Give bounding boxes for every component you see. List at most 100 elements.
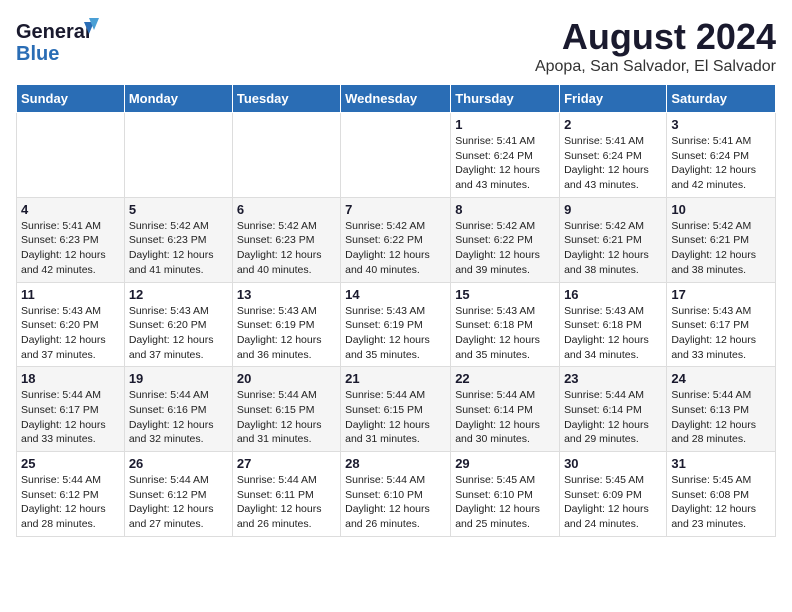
day-cell: 22 Sunrise: 5:44 AM Sunset: 6:14 PM Dayli… <box>451 367 560 452</box>
day-cell: 28Sunrise: 5:44 AM Sunset: 6:10 PM Dayli… <box>341 452 451 537</box>
day-info: Sunrise: 5:41 AM Sunset: 6:24 PM Dayligh… <box>671 134 771 193</box>
day-cell: 4 Sunrise: 5:41 AM Sunset: 6:23 PM Daylig… <box>17 197 125 282</box>
weekday-header-row: SundayMondayTuesdayWednesdayThursdayFrid… <box>17 85 776 113</box>
day-info: Sunrise: 5:41 AM Sunset: 6:24 PM Dayligh… <box>564 134 662 193</box>
weekday-header-friday: Friday <box>560 85 667 113</box>
day-number: 26 <box>129 456 228 471</box>
weekday-header-saturday: Saturday <box>667 85 776 113</box>
day-number: 21 <box>345 371 446 386</box>
day-cell <box>124 113 232 198</box>
day-info: Sunrise: 5:44 AM Sunset: 6:16 PM Dayligh… <box>129 388 228 447</box>
week-row-2: 4 Sunrise: 5:41 AM Sunset: 6:23 PM Daylig… <box>17 197 776 282</box>
day-number: 1 <box>455 117 555 132</box>
day-cell: 21 Sunrise: 5:44 AM Sunset: 6:15 PM Dayli… <box>341 367 451 452</box>
day-number: 4 <box>21 202 120 217</box>
day-number: 28 <box>345 456 446 471</box>
day-info: Sunrise: 5:44 AM Sunset: 6:15 PM Dayligh… <box>345 388 446 447</box>
day-cell: 7 Sunrise: 5:42 AM Sunset: 6:22 PM Daylig… <box>341 197 451 282</box>
month-title: August 2024 <box>535 16 776 58</box>
day-cell: 29 Sunrise: 5:45 AM Sunset: 6:10 PM Dayli… <box>451 452 560 537</box>
day-info: Sunrise: 5:42 AM Sunset: 6:23 PM Dayligh… <box>129 219 228 278</box>
day-info: Sunrise: 5:45 AM Sunset: 6:08 PM Dayligh… <box>671 473 771 532</box>
day-number: 17 <box>671 287 771 302</box>
day-cell: 20 Sunrise: 5:44 AM Sunset: 6:15 PM Dayli… <box>232 367 340 452</box>
day-info: Sunrise: 5:41 AM Sunset: 6:23 PM Dayligh… <box>21 219 120 278</box>
day-cell: 18 Sunrise: 5:44 AM Sunset: 6:17 PM Dayli… <box>17 367 125 452</box>
day-info: Sunrise: 5:43 AM Sunset: 6:19 PM Dayligh… <box>237 304 336 363</box>
day-number: 29 <box>455 456 555 471</box>
logo: General Blue <box>16 16 106 66</box>
day-info: Sunrise: 5:41 AM Sunset: 6:24 PM Dayligh… <box>455 134 555 193</box>
day-cell: 6 Sunrise: 5:42 AM Sunset: 6:23 PM Daylig… <box>232 197 340 282</box>
day-info: Sunrise: 5:42 AM Sunset: 6:22 PM Dayligh… <box>345 219 446 278</box>
day-number: 2 <box>564 117 662 132</box>
day-cell: 1 Sunrise: 5:41 AM Sunset: 6:24 PM Daylig… <box>451 113 560 198</box>
day-info: Sunrise: 5:43 AM Sunset: 6:19 PM Dayligh… <box>345 304 446 363</box>
svg-text:Blue: Blue <box>16 43 59 65</box>
day-info: Sunrise: 5:44 AM Sunset: 6:13 PM Dayligh… <box>671 388 771 447</box>
day-cell: 15Sunrise: 5:43 AM Sunset: 6:18 PM Dayli… <box>451 282 560 367</box>
day-number: 19 <box>129 371 228 386</box>
day-info: Sunrise: 5:44 AM Sunset: 6:17 PM Dayligh… <box>21 388 120 447</box>
weekday-header-thursday: Thursday <box>451 85 560 113</box>
day-cell <box>232 113 340 198</box>
header: General Blue August 2024 Apopa, San Salv… <box>16 16 776 76</box>
day-cell <box>341 113 451 198</box>
day-number: 13 <box>237 287 336 302</box>
day-cell: 26Sunrise: 5:44 AM Sunset: 6:12 PM Dayli… <box>124 452 232 537</box>
day-info: Sunrise: 5:42 AM Sunset: 6:21 PM Dayligh… <box>671 219 771 278</box>
day-number: 14 <box>345 287 446 302</box>
day-cell: 17 Sunrise: 5:43 AM Sunset: 6:17 PM Dayli… <box>667 282 776 367</box>
day-number: 31 <box>671 456 771 471</box>
day-number: 30 <box>564 456 662 471</box>
day-info: Sunrise: 5:44 AM Sunset: 6:14 PM Dayligh… <box>564 388 662 447</box>
day-cell: 2 Sunrise: 5:41 AM Sunset: 6:24 PM Daylig… <box>560 113 667 198</box>
day-number: 3 <box>671 117 771 132</box>
day-cell: 16Sunrise: 5:43 AM Sunset: 6:18 PM Dayli… <box>560 282 667 367</box>
day-cell: 30 Sunrise: 5:45 AM Sunset: 6:09 PM Dayli… <box>560 452 667 537</box>
day-number: 7 <box>345 202 446 217</box>
day-number: 10 <box>671 202 771 217</box>
day-info: Sunrise: 5:45 AM Sunset: 6:09 PM Dayligh… <box>564 473 662 532</box>
day-number: 20 <box>237 371 336 386</box>
day-info: Sunrise: 5:42 AM Sunset: 6:23 PM Dayligh… <box>237 219 336 278</box>
day-number: 9 <box>564 202 662 217</box>
day-info: Sunrise: 5:45 AM Sunset: 6:10 PM Dayligh… <box>455 473 555 532</box>
day-info: Sunrise: 5:42 AM Sunset: 6:21 PM Dayligh… <box>564 219 662 278</box>
day-number: 8 <box>455 202 555 217</box>
day-cell: 24 Sunrise: 5:44 AM Sunset: 6:13 PM Dayli… <box>667 367 776 452</box>
day-number: 24 <box>671 371 771 386</box>
day-number: 23 <box>564 371 662 386</box>
day-number: 12 <box>129 287 228 302</box>
day-cell: 27 Sunrise: 5:44 AM Sunset: 6:11 PM Dayli… <box>232 452 340 537</box>
day-cell: 8 Sunrise: 5:42 AM Sunset: 6:22 PM Daylig… <box>451 197 560 282</box>
day-cell: 5 Sunrise: 5:42 AM Sunset: 6:23 PM Daylig… <box>124 197 232 282</box>
day-number: 27 <box>237 456 336 471</box>
day-cell <box>17 113 125 198</box>
day-cell: 14 Sunrise: 5:43 AM Sunset: 6:19 PM Dayli… <box>341 282 451 367</box>
day-info: Sunrise: 5:43 AM Sunset: 6:17 PM Dayligh… <box>671 304 771 363</box>
day-info: Sunrise: 5:44 AM Sunset: 6:15 PM Dayligh… <box>237 388 336 447</box>
weekday-header-monday: Monday <box>124 85 232 113</box>
day-info: Sunrise: 5:42 AM Sunset: 6:22 PM Dayligh… <box>455 219 555 278</box>
week-row-4: 18 Sunrise: 5:44 AM Sunset: 6:17 PM Dayli… <box>17 367 776 452</box>
day-number: 18 <box>21 371 120 386</box>
day-info: Sunrise: 5:44 AM Sunset: 6:11 PM Dayligh… <box>237 473 336 532</box>
day-cell: 13 Sunrise: 5:43 AM Sunset: 6:19 PM Dayli… <box>232 282 340 367</box>
day-number: 22 <box>455 371 555 386</box>
day-cell: 3 Sunrise: 5:41 AM Sunset: 6:24 PM Daylig… <box>667 113 776 198</box>
day-cell: 10 Sunrise: 5:42 AM Sunset: 6:21 PM Dayli… <box>667 197 776 282</box>
day-info: Sunrise: 5:44 AM Sunset: 6:12 PM Dayligh… <box>21 473 120 532</box>
day-info: Sunrise: 5:44 AM Sunset: 6:14 PM Dayligh… <box>455 388 555 447</box>
day-cell: 25 Sunrise: 5:44 AM Sunset: 6:12 PM Dayli… <box>17 452 125 537</box>
weekday-header-sunday: Sunday <box>17 85 125 113</box>
day-number: 25 <box>21 456 120 471</box>
day-number: 15 <box>455 287 555 302</box>
weekday-header-wednesday: Wednesday <box>341 85 451 113</box>
day-info: Sunrise: 5:43 AM Sunset: 6:20 PM Dayligh… <box>21 304 120 363</box>
week-row-1: 1 Sunrise: 5:41 AM Sunset: 6:24 PM Daylig… <box>17 113 776 198</box>
day-cell: 11Sunrise: 5:43 AM Sunset: 6:20 PM Dayli… <box>17 282 125 367</box>
day-number: 6 <box>237 202 336 217</box>
day-number: 5 <box>129 202 228 217</box>
weekday-header-tuesday: Tuesday <box>232 85 340 113</box>
